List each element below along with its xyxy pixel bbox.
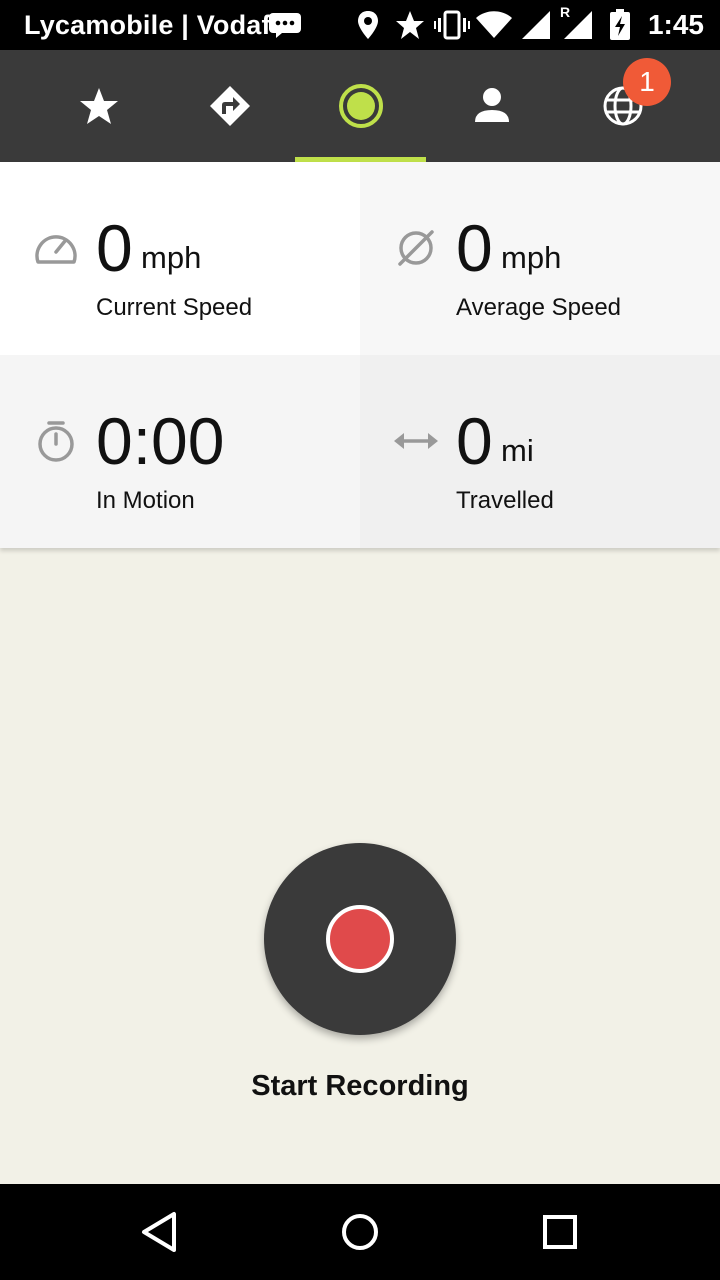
current-speed-label: Current Speed — [96, 294, 253, 321]
status-icons: R 1:45 — [344, 4, 704, 42]
navigation-bar — [0, 1184, 720, 1280]
travelled-unit: mi — [501, 433, 534, 468]
start-recording-button[interactable] — [264, 843, 456, 1035]
message-icon — [269, 13, 301, 38]
current-speed-cell: 0 mph Current Speed — [0, 162, 360, 355]
back-icon[interactable] — [136, 1208, 184, 1256]
tab-routes[interactable] — [164, 50, 295, 162]
star-icon — [392, 8, 428, 42]
speedometer-icon — [35, 235, 77, 264]
travelled-label: Travelled — [456, 487, 554, 514]
travelled-cell: 0 mi Travelled — [360, 355, 720, 548]
roaming-indicator: R — [559, 4, 571, 20]
current-speed-unit: mph — [141, 240, 202, 275]
tab-explore[interactable]: 1 — [557, 50, 688, 162]
travelled-value: 0 — [456, 404, 493, 478]
record-circle-icon — [338, 84, 383, 128]
average-speed-cell: 0 mph Average Speed — [360, 162, 720, 355]
arrows-horizontal-icon — [394, 433, 438, 449]
average-speed-value: 0 — [456, 211, 493, 285]
average-speed-unit: mph — [501, 240, 562, 275]
stats-panel: 0 mph Current Speed 0 mph Average Speed … — [0, 162, 720, 548]
in-motion-label: In Motion — [96, 487, 195, 514]
average-icon — [398, 230, 434, 266]
tab-record[interactable] — [295, 50, 426, 162]
recents-icon[interactable] — [536, 1208, 584, 1256]
carrier-name: Lycamobile | Vodaf — [24, 10, 271, 40]
tab-profile[interactable] — [426, 50, 557, 162]
in-motion-cell: 0:00 In Motion — [0, 355, 360, 548]
in-motion-value: 0:00 — [96, 404, 225, 478]
person-icon — [474, 88, 509, 122]
status-bar: Lycamobile | Vodaf R 1:45 — [0, 0, 720, 50]
signal-icon — [518, 8, 554, 42]
home-icon[interactable] — [336, 1208, 384, 1256]
directions-icon — [209, 86, 250, 126]
location-icon — [350, 8, 386, 42]
stopwatch-icon — [38, 421, 74, 462]
tab-bar: 1 — [0, 50, 720, 162]
vibrate-icon — [433, 8, 470, 42]
battery-charging-icon — [602, 8, 638, 42]
tab-favorites[interactable] — [33, 50, 164, 162]
roaming-signal-icon: R — [560, 4, 596, 42]
star-icon — [79, 88, 118, 124]
current-speed-value: 0 — [96, 211, 133, 285]
record-icon — [326, 905, 394, 973]
average-speed-label: Average Speed — [456, 294, 622, 321]
notification-badge: 1 — [623, 58, 671, 106]
wifi-icon — [475, 8, 512, 42]
start-recording-label: Start Recording — [251, 1070, 469, 1102]
clock: 1:45 — [647, 9, 704, 40]
